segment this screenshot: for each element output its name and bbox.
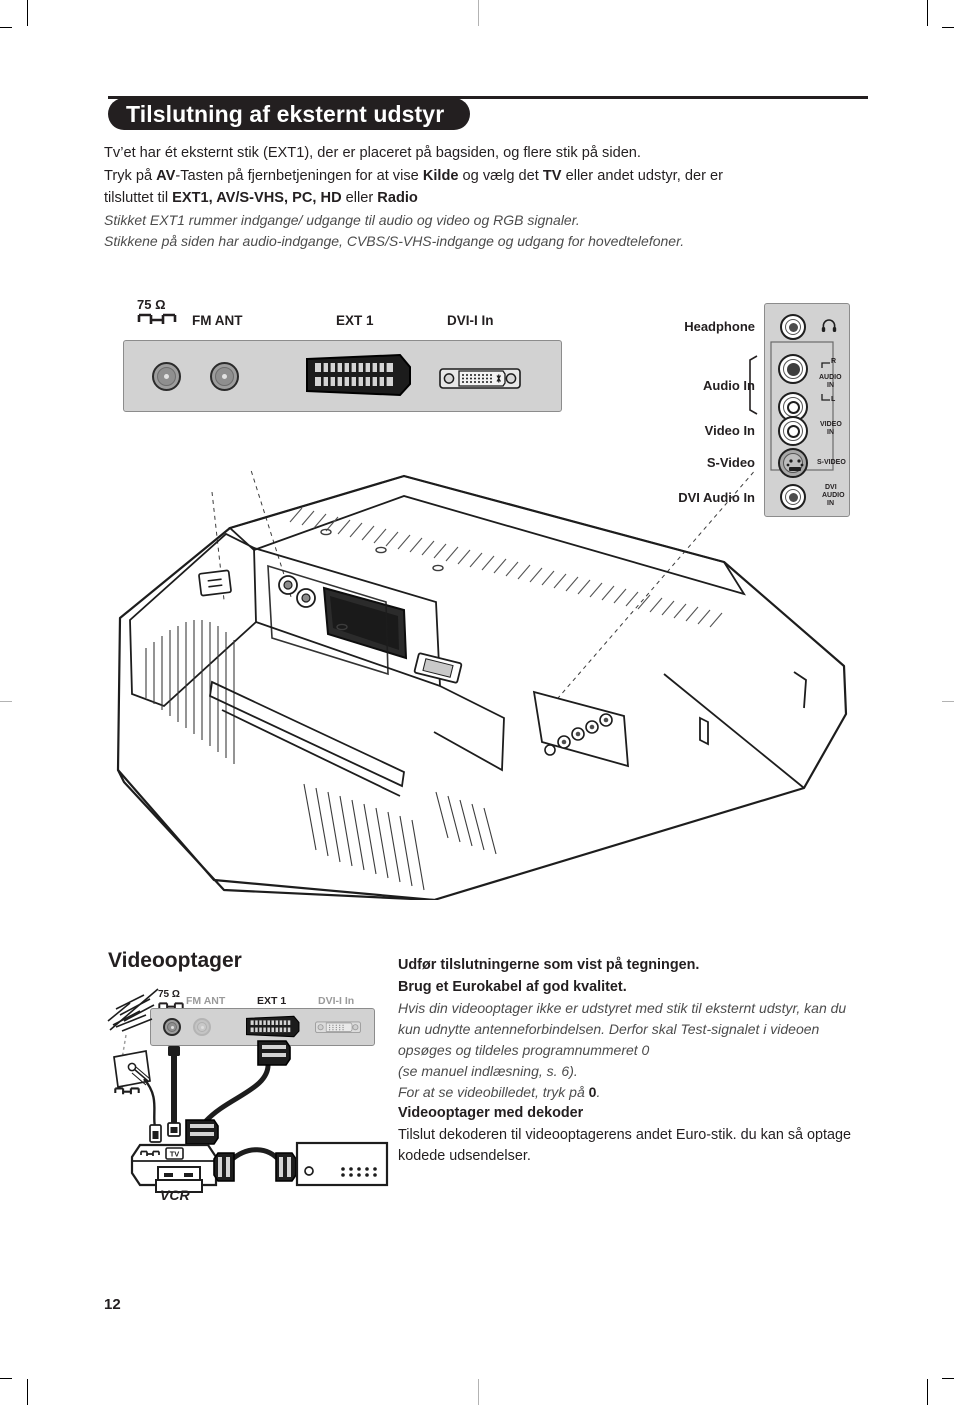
videooptager-heading: Videooptager <box>108 949 242 972</box>
intro-line-1: Tv’et har ét eksternt stik (EXT1), der e… <box>104 145 641 161</box>
vo-subheading: Videooptager med dekoder <box>398 1105 584 1121</box>
power-inlet <box>198 569 232 597</box>
crop-mark-top-left <box>27 0 28 26</box>
side-label-video-in: Video In <box>704 423 755 438</box>
headphone-jack-core <box>788 322 798 332</box>
intro-line-3: tilsluttet til EXT1, AV/S-VHS, PC, HD el… <box>104 190 418 206</box>
vo-line-4: (se manuel indlæsning, s. 6). <box>398 1063 578 1079</box>
page-title: Tilslutning af eksternt udstyr <box>126 100 445 127</box>
video-in-jack[interactable] <box>778 416 808 446</box>
page-title-banner: Tilslutning af eksternt udstyr <box>108 98 471 130</box>
side-silk-video-in2: IN <box>827 429 834 436</box>
side-silk-video-in: VIDEO <box>820 421 842 428</box>
vcr-connection-diagram: TV <box>100 985 390 1210</box>
tv-rear-illustration <box>104 470 864 900</box>
lower-vent-grille <box>145 620 235 764</box>
wall-antenna-socket <box>113 1049 151 1089</box>
intro-text-block: Tv’et har ét eksternt stik (EXT1), der e… <box>104 142 844 253</box>
crop-mark-top-right <box>927 0 928 26</box>
stand-slot <box>209 680 405 797</box>
crop-mark-right-top <box>942 27 954 28</box>
vo-line-1: Udfør tilslutningerne som vist på tegnin… <box>398 957 700 973</box>
videooptager-text-block: Udfør tilslutningerne som vist på tegnin… <box>398 955 868 1168</box>
coax-plug-vcr <box>149 1124 162 1143</box>
side-label-headphone: Headphone <box>684 319 755 334</box>
rear-connector-panel <box>123 340 562 412</box>
side-silk-audio-in: AUDIO <box>819 374 842 381</box>
side-label-s-video: S-Video <box>706 455 755 470</box>
rear-label-ext1: EXT 1 <box>336 313 374 328</box>
wall-socket-antenna-symbol-icon <box>114 1087 140 1095</box>
vo-line-6: Tilslut dekoderen til videooptagerens an… <box>398 1126 852 1165</box>
dvi-i-connector[interactable] <box>439 366 521 392</box>
crop-mark-right-middle <box>942 701 954 702</box>
vcr-tv-badge-text: TV <box>170 1150 180 1159</box>
scart-cable-tv-to-vcr <box>204 1062 271 1123</box>
rear-scart-connector <box>322 586 408 660</box>
coax-cable-wall-to-vcr <box>143 1078 157 1128</box>
intro-line-2: Tryk på AV-Tasten på fjernbetjeningen fo… <box>104 167 723 184</box>
decoder-device <box>295 1141 389 1187</box>
headphone-icon <box>821 319 837 332</box>
vo-line-2: Brug et Eurokabel af god kvalitet. <box>398 978 627 995</box>
crop-mark-left-bottom <box>0 1378 12 1379</box>
audio-r-core <box>786 362 800 376</box>
audio-in-right-jack[interactable] <box>778 354 808 384</box>
side-silk-s-video: S-VIDEO <box>817 459 846 466</box>
intro-line-4: Stikket EXT1 rummer indgange/ udgange ti… <box>104 211 580 228</box>
antenna-jack-pin <box>164 374 169 379</box>
crop-mark-right-bottom <box>942 1378 954 1379</box>
roof-antenna-icon <box>107 988 159 1032</box>
vo-line-3: Hvis din videooptager ikke er udstyret m… <box>398 1000 847 1058</box>
scart-plug-tv-end <box>257 1040 291 1066</box>
rear-label-dvi: DVI-I In <box>447 313 494 328</box>
rear-antenna-jacks <box>278 575 316 608</box>
headphone-jack[interactable] <box>780 314 806 340</box>
impedance-75-ohm-label: 75 Ω <box>137 297 166 312</box>
coax-cable-vcr-to-tv <box>167 1046 181 1137</box>
scart-plug-vcr-end <box>185 1119 219 1145</box>
video-in-core <box>786 424 800 438</box>
side-silk-audio-r: R <box>831 358 837 365</box>
audio-l-core <box>786 400 800 414</box>
crop-mark-left-middle <box>0 701 12 702</box>
scart-connector-ext1[interactable] <box>304 351 414 399</box>
crop-mark-left-top <box>0 27 12 28</box>
antenna-jack-75ohm[interactable] <box>152 362 181 391</box>
crop-mark-bottom-left <box>27 1379 28 1405</box>
impedance-75-ohm-glyph: 75 Ω <box>137 298 177 326</box>
crop-mark-bottom-right <box>927 1379 928 1405</box>
vo-line-5: For at se videobilledet, tryk på 0. <box>398 1084 601 1100</box>
vcr-device-label: VCR <box>160 1187 190 1203</box>
crop-mark-top-center <box>478 0 479 26</box>
fm-antenna-jack[interactable] <box>210 362 239 391</box>
scart-plug-decoder-right <box>275 1152 297 1182</box>
scart-plug-decoder-left <box>213 1152 235 1182</box>
antenna-symbol-icon <box>137 313 177 324</box>
vcr-tv-output-badge: TV <box>165 1147 184 1160</box>
audio-in-bracket-icon <box>749 355 758 415</box>
side-silk-audio-in2: IN <box>827 382 834 389</box>
intro-line-5: Stikkene på siden har audio-indgange, CV… <box>104 233 685 249</box>
bottom-vent-grille <box>303 783 497 891</box>
fm-jack-pin <box>222 374 227 379</box>
rear-label-fm-ant: FM ANT <box>192 313 243 328</box>
page-number: 12 <box>104 1296 121 1313</box>
scart-cable-vcr-to-decoder <box>228 1147 282 1163</box>
side-silk-audio-l: L <box>831 396 836 403</box>
rear-dvi-connector <box>413 652 463 684</box>
side-jack-cluster <box>532 690 629 768</box>
crop-mark-bottom-center <box>478 1379 479 1405</box>
